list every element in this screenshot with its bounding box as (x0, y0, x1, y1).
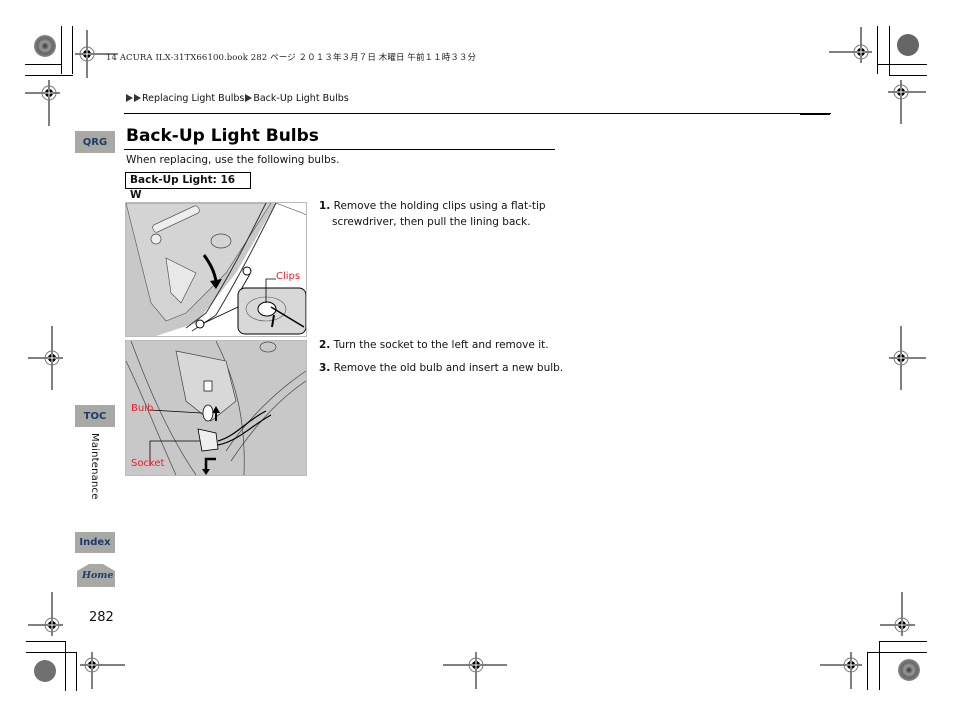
step-1: 1. Remove the holding clips using a flat… (319, 198, 546, 230)
figure-remove-clips: Clips (125, 202, 307, 337)
step-3: 3. Remove the old bulb and insert a new … (319, 360, 563, 376)
breadcrumb: Replacing Light Bulbs Back-Up Light Bulbs (126, 93, 349, 104)
print-header: 14 ACURA ILX-31TX66100.book 282 ページ ２０１３… (106, 53, 477, 63)
step-number: 2. (319, 339, 331, 351)
title-rule (124, 149, 555, 150)
header-rule (124, 113, 831, 114)
home-button[interactable]: Home (77, 563, 115, 587)
breadcrumb-item[interactable]: Back-Up Light Bulbs (253, 93, 348, 104)
intro-text: When replacing, use the following bulbs. (126, 154, 340, 166)
figure-bulb-socket: Bulb Socket (125, 340, 307, 476)
callout-socket: Socket (131, 458, 165, 469)
breadcrumb-arrow-icon (245, 94, 253, 102)
index-button[interactable]: Index (75, 532, 115, 553)
breadcrumb-arrow-icon (126, 94, 133, 102)
step-number: 1. (319, 200, 331, 212)
breadcrumb-arrow-icon (134, 94, 141, 102)
callout-clips: Clips (276, 271, 301, 282)
qrg-button[interactable]: QRG (75, 131, 115, 153)
home-label: Home (82, 570, 114, 581)
step-number: 3. (319, 362, 331, 374)
breadcrumb-item[interactable]: Replacing Light Bulbs (142, 93, 244, 104)
step-text: Remove the old bulb and insert a new bul… (333, 362, 564, 374)
clips-illustration (126, 203, 306, 336)
step-text: Turn the socket to the left and remove i… (333, 339, 549, 351)
bulb-spec-box: Back-Up Light: 16 W (125, 172, 251, 201)
page-number: 282 (89, 610, 114, 625)
callout-bulb: Bulb (131, 403, 154, 414)
step-text-continued: screwdriver, then pull the lining back. (332, 216, 531, 228)
step-2: 2. Turn the socket to the left and remov… (319, 337, 549, 353)
section-tab-label: Maintenance (89, 433, 100, 500)
step-text: Remove the holding clips using a flat-ti… (333, 200, 546, 212)
toc-button[interactable]: TOC (75, 405, 115, 427)
page-title: Back-Up Light Bulbs (126, 126, 319, 146)
